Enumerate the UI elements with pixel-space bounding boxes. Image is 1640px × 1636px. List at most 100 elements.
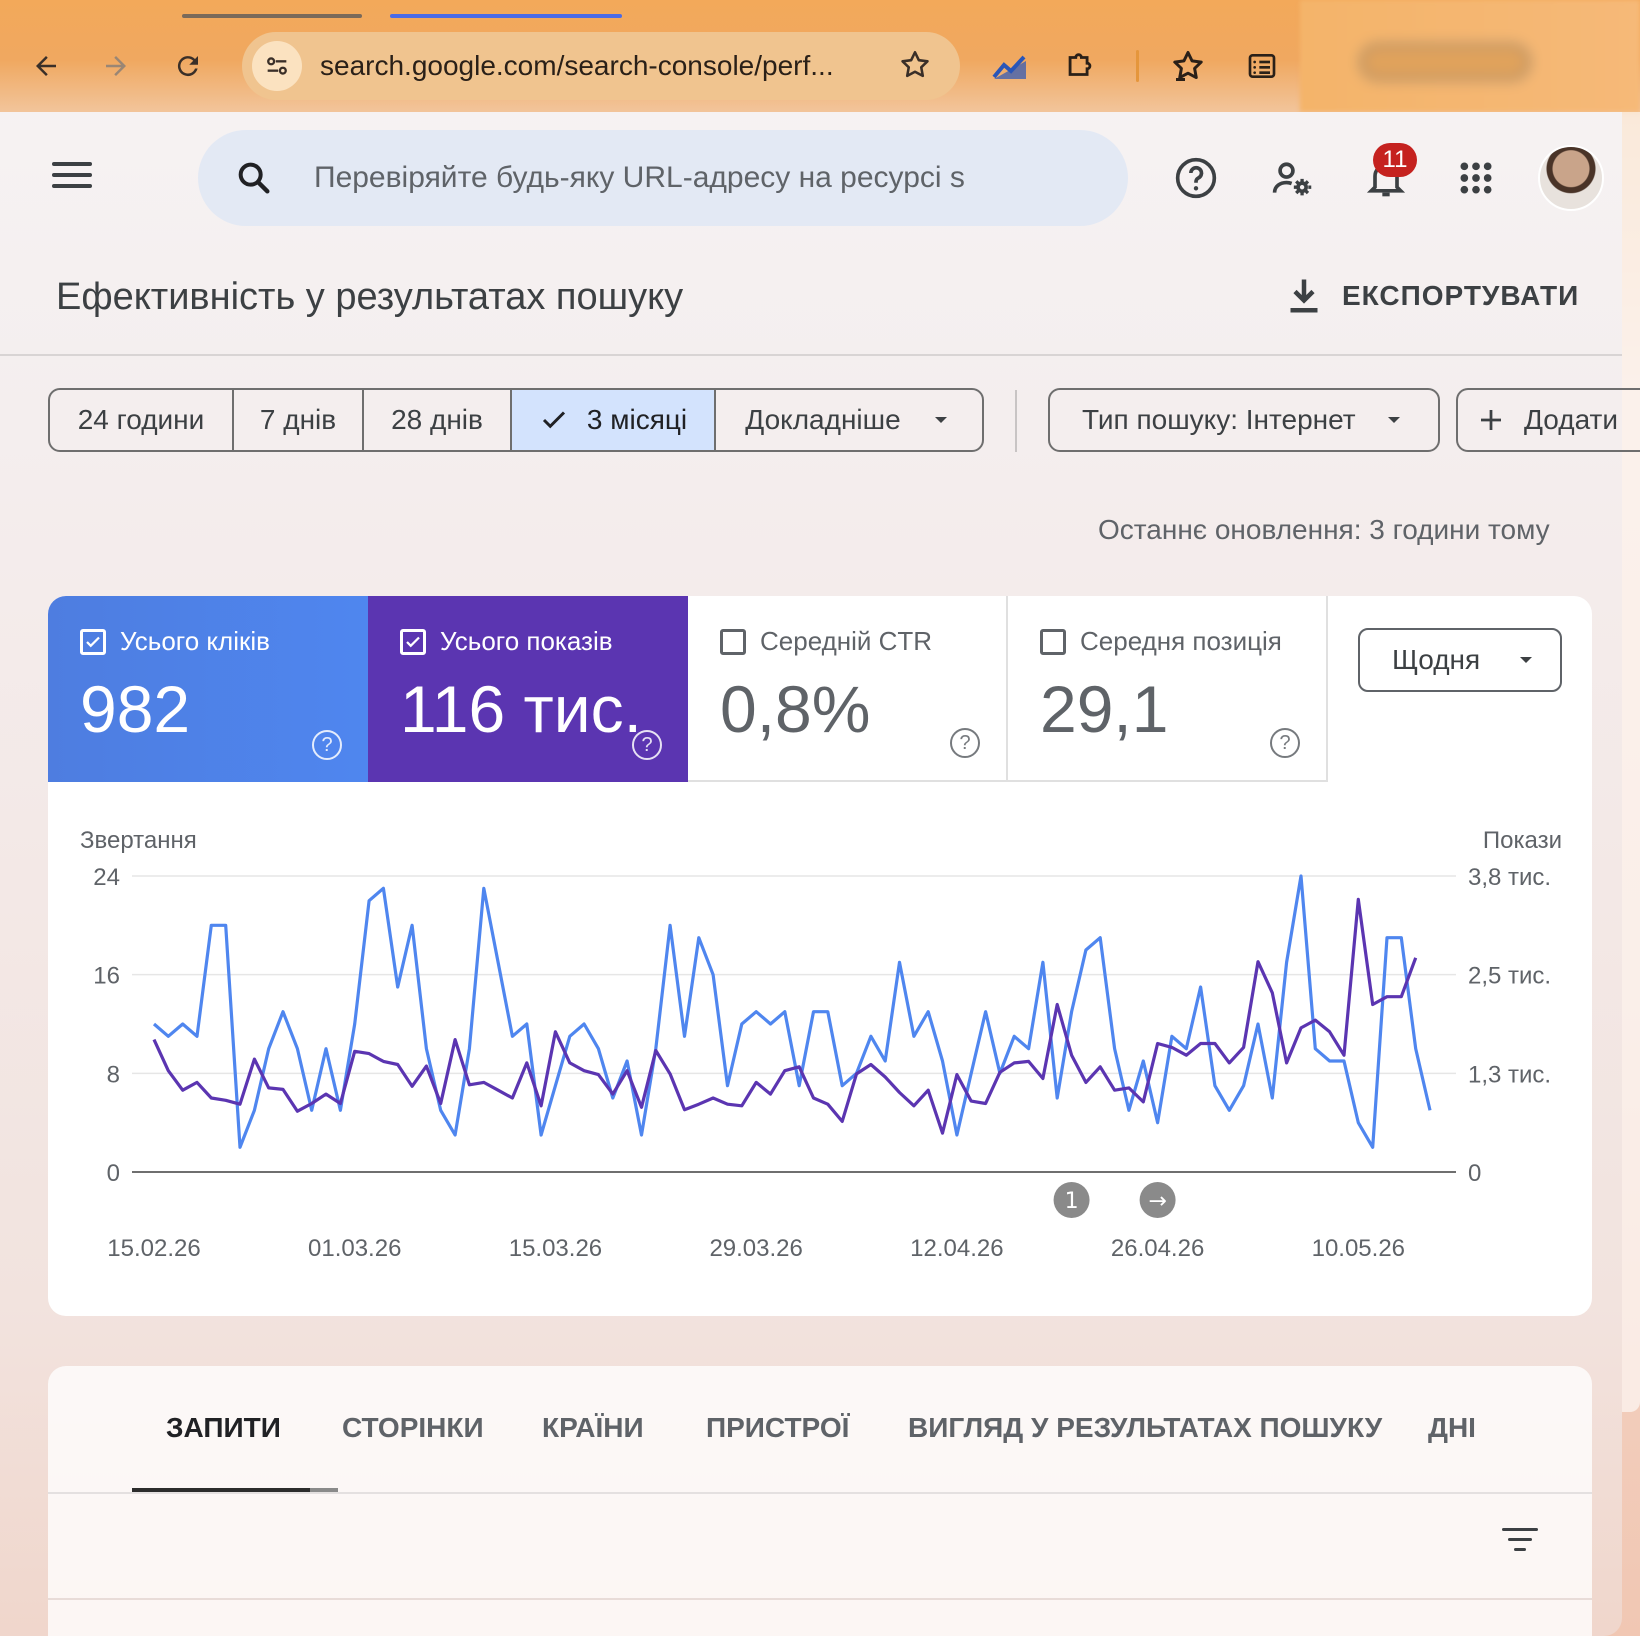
tab-search-appearance[interactable]: ВИГЛЯД У РЕЗУЛЬТАТАХ ПОШУКУ [908, 1412, 1382, 1444]
left-tick-label: 8 [107, 1061, 120, 1088]
date-range-7d[interactable]: 7 днів [234, 390, 364, 450]
search-input[interactable]: Перевіряйте будь-яку URL-адресу на ресур… [314, 161, 1030, 195]
metric-total-clicks[interactable]: Усього кліків 982 ? [48, 596, 368, 782]
download-icon [1290, 279, 1318, 313]
last-updated-text: Останнє оновлення: 3 години тому [1098, 514, 1550, 545]
plus-icon [1481, 410, 1501, 430]
x-tick-label: 01.03.26 [308, 1235, 401, 1262]
tab-devices[interactable]: ПРИСТРОЇ [706, 1412, 849, 1444]
checkbox-checked-icon[interactable] [400, 628, 426, 655]
apps-grid-icon [1460, 162, 1492, 194]
tab-queries[interactable]: ЗАПИТИ [166, 1412, 281, 1444]
search-icon [238, 162, 270, 194]
x-tick-label: 15.02.26 [107, 1235, 200, 1262]
chart-annotation-marker[interactable]: → [1139, 1182, 1176, 1218]
dimension-tabs: ЗАПИТИ СТОРІНКИ КРАЇНИ ПРИСТРОЇ ВИГЛЯД У… [48, 1366, 1592, 1636]
series-line-clicks[interactable] [152, 874, 1432, 1149]
metric-value: 0,8% [720, 672, 871, 746]
date-range-24h[interactable]: 24 години [50, 390, 234, 450]
star-outline-icon[interactable] [898, 48, 932, 82]
help-icon[interactable]: ? [1270, 728, 1300, 758]
right-tick-label: 1,3 тис. [1468, 1061, 1551, 1088]
tabs-divider [48, 1492, 1592, 1494]
hamburger-icon [52, 162, 92, 166]
add-filter-button[interactable]: Додати [1456, 388, 1640, 452]
export-button[interactable]: ЕКСПОРТУВАТИ [1286, 276, 1579, 316]
puzzle-icon [1068, 53, 1092, 76]
back-button[interactable] [24, 44, 68, 88]
site-info-button[interactable] [252, 41, 302, 91]
url-text[interactable]: search.google.com/search-console/perf... [320, 50, 834, 82]
chart-annotation-marker[interactable]: 1 [1053, 1182, 1090, 1218]
left-tick-label: 0 [107, 1160, 120, 1187]
bookmarks-button[interactable] [1166, 44, 1210, 88]
tab-countries[interactable]: КРАЇНИ [542, 1412, 644, 1444]
date-range-selector: 24 години 7 днів 28 днів 3 місяці Доклад… [48, 388, 984, 452]
performance-chart[interactable]: 0 0 8 1,3 тис. 16 2,5 тис. 24 3,8 тис. Звертання… [48, 806, 1592, 1286]
caret-down-icon [934, 417, 947, 423]
chart-extension-button[interactable] [988, 44, 1032, 88]
arrow-left-icon [36, 56, 56, 76]
checkbox-unchecked-icon[interactable] [1040, 628, 1066, 655]
help-icon[interactable]: ? [632, 730, 662, 760]
avatar[interactable] [1538, 145, 1604, 211]
x-tick-label: 29.03.26 [709, 1235, 802, 1262]
table-filter-button[interactable] [1500, 1528, 1540, 1558]
apps-button[interactable] [1450, 152, 1502, 204]
metric-label: Усього показів [440, 626, 613, 656]
caret-down-icon [1387, 417, 1400, 423]
browser-tab-indicator[interactable] [182, 14, 362, 18]
checkbox-unchecked-icon[interactable] [720, 628, 746, 655]
left-tick-label: 24 [93, 864, 120, 891]
arrow-right-icon [106, 56, 126, 76]
date-range-28d[interactable]: 28 днів [364, 390, 512, 450]
notification-count-badge: 11 [1373, 143, 1417, 177]
browser-tab-indicator-active[interactable] [390, 14, 622, 18]
performance-card: Усього кліків 982 ? Усього показів 116 т… [48, 596, 1592, 1316]
tab-pages[interactable]: СТОРІНКИ [342, 1412, 484, 1444]
bookmarks-star-icon [1173, 51, 1203, 81]
metric-label: Усього кліків [120, 626, 270, 656]
granularity-dropdown[interactable]: Щодня [1358, 628, 1562, 692]
main-menu-button[interactable] [52, 162, 92, 192]
metric-average-ctr[interactable]: Середній CTR 0,8% ? [688, 596, 1008, 782]
reading-list-button[interactable] [1240, 44, 1284, 88]
forward-button[interactable] [94, 44, 138, 88]
export-label: ЕКСПОРТУВАТИ [1342, 280, 1580, 311]
reload-button[interactable] [166, 44, 210, 88]
right-tick-label: 0 [1468, 1160, 1481, 1187]
extensions-button[interactable] [1058, 44, 1102, 88]
checkbox-checked-icon[interactable] [80, 628, 106, 655]
left-tick-label: 16 [93, 963, 120, 990]
address-bar[interactable]: search.google.com/search-console/perf... [242, 32, 960, 100]
help-icon[interactable]: ? [312, 730, 342, 760]
metric-total-impressions[interactable]: Усього показів 116 тис. ? [368, 596, 688, 782]
x-tick-label: 10.05.26 [1312, 1235, 1405, 1262]
annotation-label: 1 [1065, 1189, 1079, 1214]
browser-toolbar: search.google.com/search-console/perf... [0, 0, 1300, 112]
users-settings-button[interactable] [1266, 152, 1318, 204]
metric-label: Середній CTR [760, 626, 933, 656]
x-tick-label: 26.04.26 [1111, 1235, 1204, 1262]
tab-days[interactable]: ДНІ [1428, 1412, 1476, 1444]
search-type-dropdown[interactable]: Тип пошуку: Інтернет [1048, 388, 1440, 452]
page-title: Ефективність у результатах пошуку [56, 276, 684, 318]
date-range-3m[interactable]: 3 місяці [512, 390, 716, 450]
metric-label: Середня позиція [1080, 626, 1282, 656]
right-tick-label: 2,5 тис. [1468, 963, 1551, 990]
annotation-label: → [1148, 1189, 1166, 1214]
check-icon [542, 411, 565, 429]
metric-average-position[interactable]: Середня позиція 29,1 ? [1008, 596, 1328, 782]
metric-value: 29,1 [1040, 672, 1169, 746]
scrollbar[interactable] [1622, 112, 1640, 1412]
header-divider [0, 354, 1622, 356]
right-axis-title: Покази [1483, 827, 1562, 854]
blurred-profile-area [1300, 0, 1640, 112]
date-range-more[interactable]: Докладніше [716, 390, 982, 450]
tune-icon [267, 57, 287, 75]
url-inspection-search[interactable]: Перевіряйте будь-яку URL-адресу на ресур… [198, 130, 1128, 226]
chart-extension-icon [992, 55, 1026, 79]
help-button[interactable] [1170, 152, 1222, 204]
help-icon[interactable]: ? [950, 728, 980, 758]
manage-accounts-icon [1272, 162, 1312, 196]
